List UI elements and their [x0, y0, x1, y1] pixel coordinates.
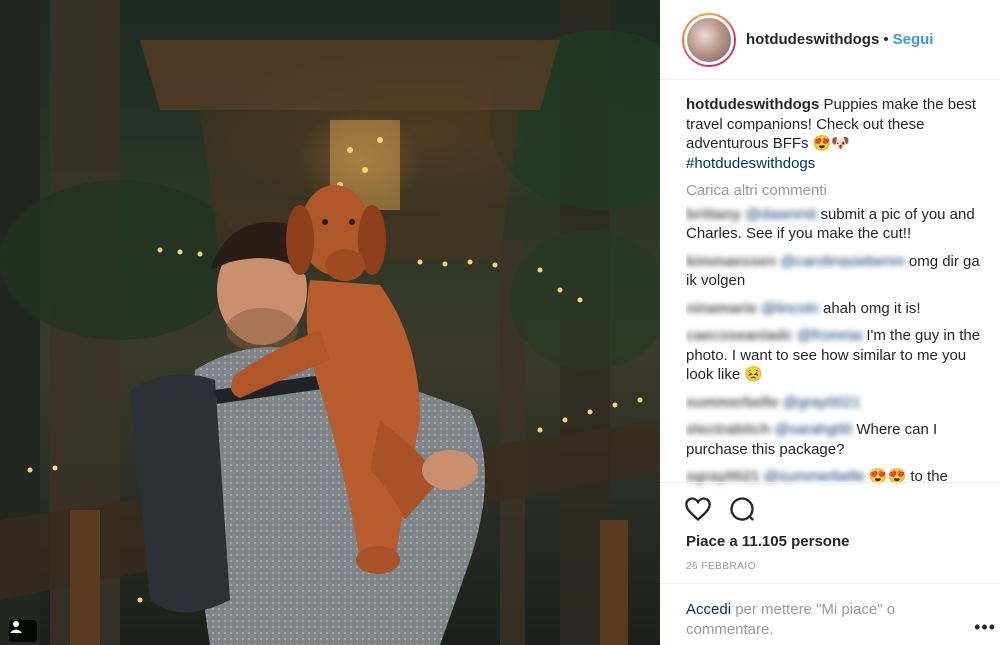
post-header: hotdudeswithdogs • Segui	[660, 0, 1000, 80]
login-prompt: Accedi per mettere "Mi piace" o commenta…	[660, 583, 1000, 645]
comment-item: kimmaessen @carolinasiebenm omg dir ga i…	[686, 252, 982, 291]
post-actions: Piace a 11.105 persone 26 FEBBRAIO	[660, 482, 1000, 582]
more-options-icon[interactable]: •••	[974, 617, 996, 638]
comment-item: summerbelle @gray0021	[686, 393, 982, 413]
post-date: 26 FEBBRAIO	[686, 561, 756, 572]
comments-list[interactable]: hotdudeswithdogs Puppies make the best t…	[686, 95, 982, 490]
comment-bubble-icon[interactable]	[728, 495, 756, 523]
avatar[interactable]	[682, 12, 736, 67]
comment-item: brittany @dawnmit submit a pic of you an…	[686, 205, 982, 244]
header-separator: •	[883, 31, 889, 48]
caption: hotdudeswithdogs Puppies make the best t…	[686, 95, 982, 173]
comment-mention[interactable]: @sarahg00	[774, 421, 852, 438]
comment-item: electrabitch @sarahg00 Where can I purch…	[686, 420, 982, 459]
caption-username[interactable]: hotdudeswithdogs	[686, 96, 819, 113]
follow-button[interactable]: Segui	[893, 31, 934, 48]
login-prompt-text: Accedi per mettere "Mi piace" o commenta…	[686, 600, 946, 640]
load-more-comments-button[interactable]: Carica altri commenti	[686, 181, 982, 201]
comment-username[interactable]: kimmaessen	[686, 253, 776, 270]
comment-item: ninamarie @lincoln ahah omg it is!	[686, 299, 982, 319]
comment-username[interactable]: brittany	[686, 206, 741, 223]
post-side-panel: hotdudeswithdogs • Segui hotdudeswithdog…	[660, 0, 1000, 645]
caption-hashtag[interactable]: #hotdudeswithdogs	[686, 154, 982, 174]
comment-item: caecoseaniadc @fromnia I'm the guy in th…	[686, 326, 982, 385]
comment-mention[interactable]: @gray0021	[783, 394, 861, 411]
tagged-user-icon[interactable]	[9, 620, 37, 642]
comment-username[interactable]: ninamarie	[686, 300, 757, 317]
heart-icon[interactable]	[684, 495, 712, 523]
comment-mention[interactable]: @fromnia	[797, 327, 862, 344]
login-link[interactable]: Accedi	[686, 601, 731, 618]
comment-mention[interactable]: @carolinasiebenm	[780, 253, 904, 270]
post-photo[interactable]	[0, 0, 660, 645]
comment-text: ahah omg it is!	[822, 299, 921, 317]
comment-mention[interactable]: @lincoln	[761, 300, 819, 317]
comment-username[interactable]: summerbelle	[686, 394, 779, 411]
header-username[interactable]: hotdudeswithdogs	[746, 31, 879, 48]
likes-count[interactable]: Piace a 11.105 persone	[686, 533, 849, 550]
comment-username[interactable]: electrabitch	[686, 421, 770, 438]
comment-mention[interactable]: @dawnmit	[745, 206, 816, 223]
comment-username[interactable]: caecoseaniadc	[686, 327, 793, 344]
photo-illustration	[0, 0, 660, 645]
